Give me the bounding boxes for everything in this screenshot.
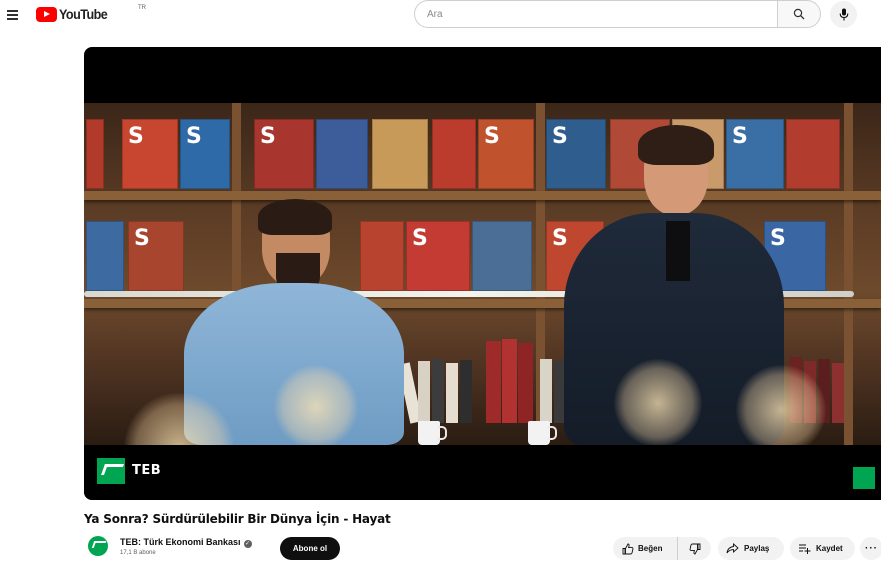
magazine (86, 119, 104, 189)
magazine (372, 119, 428, 189)
playlist-add-icon (799, 544, 811, 554)
video-player[interactable]: S S S S S S S S S S TEB (84, 47, 881, 500)
share-button[interactable]: Paylaş (718, 537, 784, 560)
magazine: S (406, 221, 470, 291)
channel-name[interactable]: TEB: Türk Ekonomi Bankası ✓ (120, 537, 252, 548)
logo-text: YouTube (59, 6, 108, 22)
book-stack (486, 339, 534, 423)
teb-brand-text: TEB (132, 463, 162, 478)
logo-country-code: TR (138, 5, 146, 11)
dislike-button[interactable] (678, 537, 711, 560)
microphone-icon (839, 8, 848, 21)
magazine (316, 119, 368, 189)
magazine: S (128, 221, 184, 291)
magazine (786, 119, 840, 189)
bokeh-light (614, 359, 702, 445)
mug (418, 421, 447, 445)
like-button[interactable]: Beğen (613, 537, 678, 560)
magazine: S (122, 119, 178, 189)
save-button[interactable]: Kaydet (790, 537, 855, 560)
search-icon (793, 8, 805, 20)
book-stack (397, 353, 484, 424)
subscribe-button[interactable]: Abone ol (280, 537, 340, 560)
magazine: S (254, 119, 314, 189)
search-bar (414, 0, 821, 28)
bokeh-light (736, 365, 826, 445)
verified-check-icon: ✓ (243, 540, 252, 548)
subscriber-count: 17,1 B abone (120, 550, 156, 556)
video-bottom-bar: TEB (84, 445, 881, 500)
search-button[interactable] (777, 0, 821, 28)
magazine (86, 221, 124, 291)
share-arrow-icon (726, 543, 739, 554)
teb-logo-icon (97, 458, 125, 484)
more-dots-icon: ··· (865, 543, 878, 554)
hamburger-menu-icon[interactable] (4, 6, 22, 22)
like-dislike-group: Beğen (613, 537, 711, 560)
video-frame: S S S S S S S S S S (84, 103, 881, 445)
magazine (472, 221, 532, 291)
voice-search-button[interactable] (830, 1, 857, 28)
channel-watermark-icon[interactable] (853, 467, 875, 489)
channel-avatar[interactable] (88, 536, 108, 556)
mug (528, 421, 557, 445)
magazine (432, 119, 476, 189)
search-input[interactable] (414, 0, 777, 28)
youtube-play-icon (36, 6, 57, 22)
channel-name-text: TEB: Türk Ekonomi Bankası (120, 537, 241, 547)
video-title: Ya Sonra? Sürdürülebilir Bir Dünya İçin … (84, 512, 391, 526)
like-label: Beğen (638, 544, 663, 553)
youtube-logo[interactable]: YouTube TR (36, 5, 146, 22)
thumbs-up-icon (622, 543, 634, 554)
save-label: Kaydet (816, 544, 843, 553)
magazine: S (180, 119, 230, 189)
bokeh-light (274, 365, 358, 445)
top-bar: YouTube TR (0, 0, 881, 30)
magazine: S (478, 119, 534, 189)
share-label: Paylaş (744, 544, 770, 553)
more-actions-button[interactable]: ··· (860, 537, 881, 560)
thumbs-down-icon (689, 543, 700, 554)
